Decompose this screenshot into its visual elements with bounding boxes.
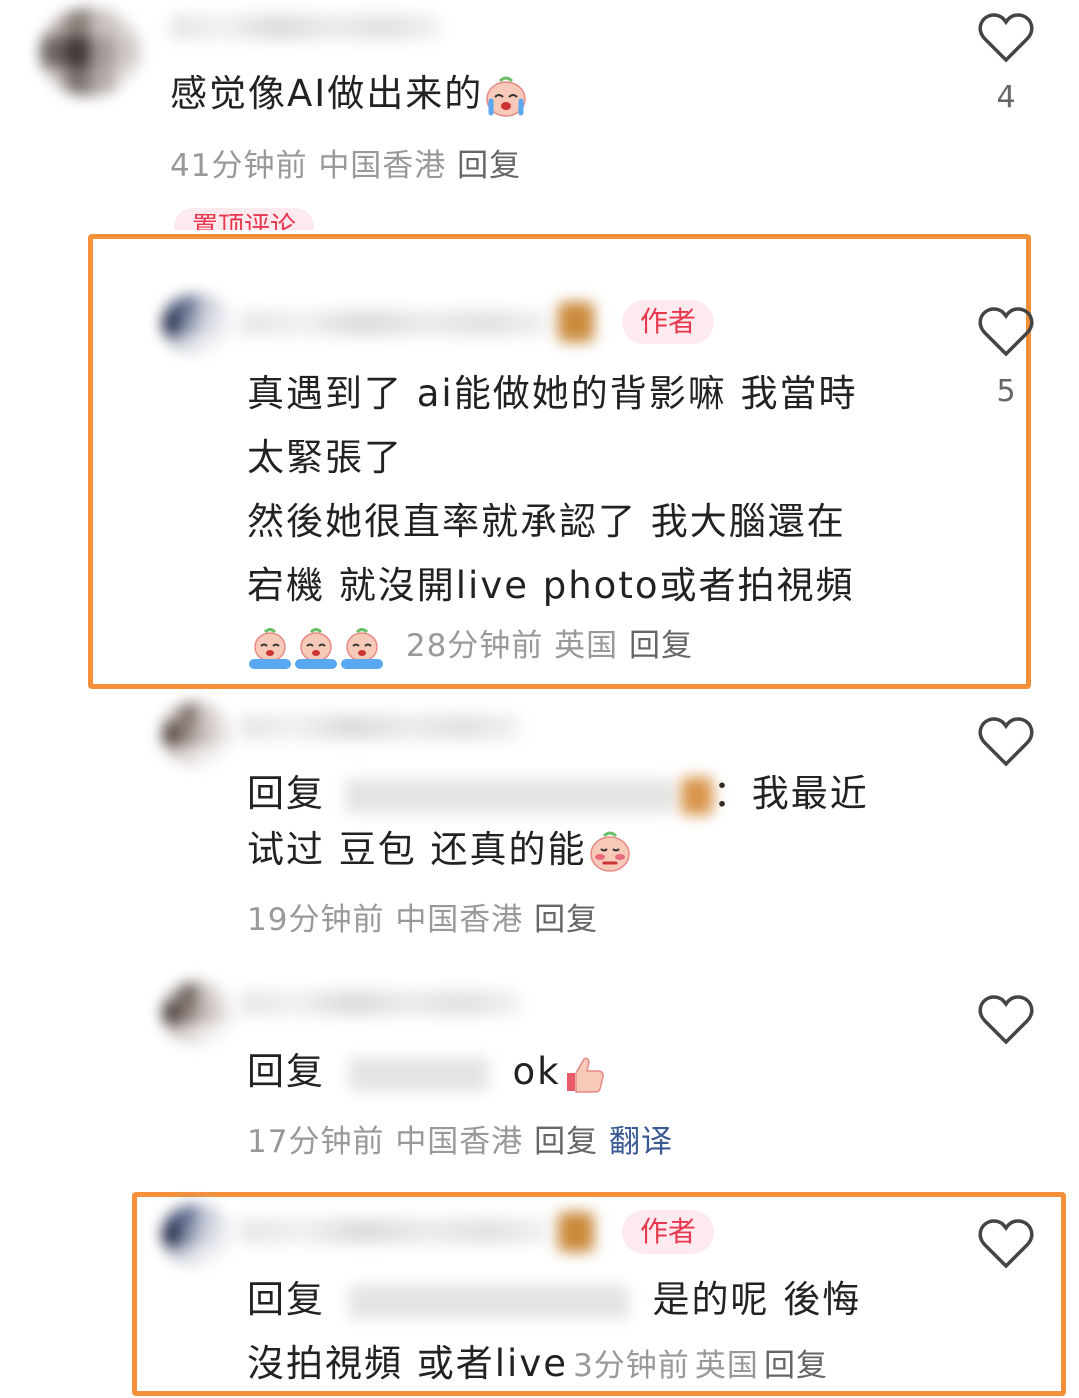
comment-meta: 41分钟前 中国香港 回复 <box>170 140 521 185</box>
reply-button[interactable]: 回复 <box>457 148 521 184</box>
avatar[interactable] <box>162 294 232 354</box>
comment-text: 感觉像AI做出来的 <box>170 62 529 126</box>
reply-button[interactable]: 回复 <box>534 1124 598 1160</box>
mentioned-user-redacted[interactable] <box>348 1284 629 1319</box>
comment-meta: 17分钟前 中国香港 回复 翻译 <box>247 1116 673 1161</box>
like-icon[interactable] <box>977 994 1035 1046</box>
author-badge: 作者 <box>622 1210 715 1254</box>
username-redacted[interactable] <box>240 714 520 740</box>
author-badge: 作者 <box>622 300 715 344</box>
reply-prefix: 回复 <box>247 1050 325 1093</box>
reply-prefix: 回复 <box>247 772 325 815</box>
comment-location: 英国 <box>694 1348 759 1384</box>
reply-button[interactable]: 回复 <box>629 628 693 664</box>
like-icon[interactable] <box>977 716 1035 768</box>
comment-time: 3分钟前 <box>573 1348 690 1384</box>
crying-face-emoji <box>341 627 383 669</box>
reply-button[interactable]: 回复 <box>764 1348 828 1384</box>
avatar[interactable] <box>162 982 232 1044</box>
user-emoji-redacted <box>558 1212 594 1252</box>
translate-link[interactable]: 翻译 <box>609 1124 673 1160</box>
mentioned-user-redacted[interactable] <box>344 778 675 813</box>
comment-meta: 19分钟前 中国香港 回复 <box>247 894 598 939</box>
like-icon[interactable] <box>977 12 1035 64</box>
comment-text: 回复 ：我最近 <box>247 772 869 815</box>
reply-button[interactable]: 回复 <box>534 902 598 938</box>
comment-location: 中国香港 <box>318 148 447 184</box>
crying-face-emoji <box>486 76 526 117</box>
comment-time: 28分钟前 <box>405 628 544 664</box>
comment-text-line2: 试过 豆包 还真的能 <box>247 818 633 882</box>
mentioned-user-redacted[interactable] <box>348 1056 489 1091</box>
thumbs-up-emoji <box>566 1057 604 1093</box>
comment-text-line2: 沒拍視頻 或者live 3分钟前 英国 回复 <box>247 1342 828 1385</box>
username-redacted[interactable] <box>240 310 550 336</box>
comment-location: 中国香港 <box>395 1124 524 1160</box>
comment-time: 17分钟前 <box>247 1124 385 1160</box>
comment-location: 中国香港 <box>395 902 524 938</box>
username-redacted[interactable] <box>170 14 440 40</box>
comment-text: 回复 ok <box>247 1040 607 1104</box>
like-icon[interactable] <box>977 1218 1035 1270</box>
avatar[interactable] <box>162 702 232 766</box>
like-count: 4 <box>996 80 1016 115</box>
reply-prefix: 回复 <box>247 1278 325 1321</box>
comment-text: 真遇到了 ai能做她的背影嘛 我當時 太緊張了 然後她很直率就承認了 我大腦還在… <box>247 372 858 607</box>
avatar[interactable] <box>40 8 140 96</box>
comment-meta: 28分钟前 英国 回复 <box>247 620 693 671</box>
username-redacted[interactable] <box>240 990 520 1016</box>
like-count: 5 <box>996 374 1016 409</box>
like-icon[interactable] <box>977 306 1035 358</box>
crying-face-emoji <box>249 627 291 669</box>
comment-time: 41分钟前 <box>170 148 308 184</box>
username-redacted[interactable] <box>240 1218 550 1244</box>
crying-face-emoji <box>295 627 337 669</box>
comment-text: 回复 是的呢 後悔 <box>247 1278 862 1321</box>
comment-time: 19分钟前 <box>247 902 385 938</box>
user-emoji-redacted <box>558 302 594 342</box>
user-emoji-redacted <box>680 776 713 815</box>
shy-face-emoji <box>589 831 630 872</box>
comment-location: 英国 <box>554 628 619 664</box>
avatar[interactable] <box>162 1204 232 1266</box>
